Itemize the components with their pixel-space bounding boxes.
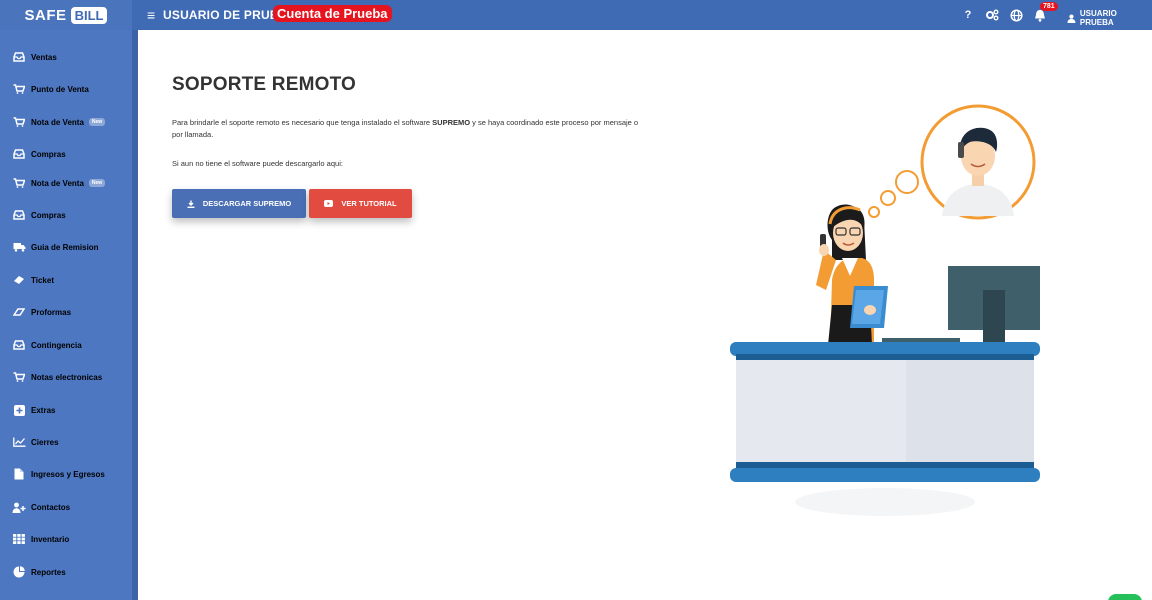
download-prompt: Si aun no tiene el software puede descar… (172, 159, 343, 168)
page-title: SOPORTE REMOTO (172, 74, 357, 95)
remote-support-illustration (730, 104, 1040, 516)
thought-bubble-small (868, 206, 880, 218)
sidebar-item-label: Nota de Venta (31, 117, 84, 127)
sidebar-item-nota-de-venta[interactable]: Nota de Venta New (0, 112, 132, 132)
sidebar-item-label: Cierres (31, 437, 59, 447)
download-supremo-button[interactable]: DESCARGAR SUPREMO (172, 189, 306, 218)
inbox-icon (10, 209, 28, 221)
user-menu[interactable]: USUARIO PRUEBA (1067, 9, 1152, 27)
download-button-label: DESCARGAR SUPREMO (202, 199, 292, 208)
monitor (882, 266, 1040, 344)
globe-icon[interactable] (1006, 5, 1026, 25)
question-icon[interactable]: ? (958, 5, 978, 25)
support-description: Para brindarle el soporte remoto es nece… (172, 117, 642, 141)
download-icon (187, 200, 195, 208)
logo-text-bill: BILL (70, 6, 108, 24)
logo-text-safe: SAFE (24, 6, 67, 24)
help-glyph: ? (964, 9, 972, 21)
grid-icon (10, 533, 28, 545)
sidebar-item-label: Compras (31, 210, 66, 220)
sidebar-item-label: Punto de Venta (31, 84, 89, 94)
cart-icon (10, 371, 28, 383)
chat-button[interactable] (1108, 594, 1142, 600)
user-plus-icon (10, 501, 28, 513)
sidebar-item-label: Contactos (31, 502, 71, 512)
hamburger-icon[interactable]: ≡ (147, 7, 155, 23)
cart-icon (10, 116, 28, 128)
sidebar-item-label: Inventario (31, 534, 70, 544)
view-tutorial-button[interactable]: VER TUTORIAL (309, 189, 412, 218)
inbox-icon (10, 148, 28, 160)
sidebar-item-notas-electronicas[interactable]: Notas electronicas (0, 367, 132, 387)
brand-logo[interactable]: SAFE BILL (0, 0, 132, 30)
woman-operator (816, 204, 888, 345)
sidebar-item-contingencia[interactable]: Contingencia (0, 335, 132, 355)
sidebar-item-compras[interactable]: Compras (0, 144, 132, 164)
software-name: SUPREMO (432, 118, 471, 127)
user-icon (1067, 14, 1076, 23)
notification-count: 781 (1040, 2, 1058, 11)
new-badge: New (88, 118, 106, 126)
sidebar-item-label: Compras (31, 149, 66, 159)
sidebar-edge (132, 30, 138, 600)
sidebar-item-ventas[interactable]: Ventas (0, 47, 132, 67)
sidebar-item-label: Guia de Remision (31, 242, 99, 252)
header-icons: ? 781 (958, 2, 1058, 25)
sidebar-item-label: Ticket (31, 275, 54, 285)
truck-icon (10, 241, 28, 253)
inbox-icon (10, 339, 28, 351)
new-badge: New (88, 179, 106, 187)
sidebar-item-proformas[interactable]: Proformas (0, 302, 132, 322)
sidebar-item-guia-de-remision[interactable]: Guia de Remision (0, 237, 132, 257)
sidebar-item-ticket[interactable]: Ticket (0, 270, 132, 290)
sidebar-item-compras-2[interactable]: Compras (0, 205, 132, 225)
reception-desk (730, 342, 1040, 516)
sidebar-item-cierres[interactable]: Cierres (0, 432, 132, 452)
plus-square-icon (10, 404, 28, 416)
sidebar-item-reportes[interactable]: Reportes (0, 562, 132, 582)
description-text-start: Para brindarle el soporte remoto es nece… (172, 118, 433, 127)
sidebar-item-label: Ingresos y Egresos (31, 469, 105, 479)
eraser-icon (10, 306, 28, 318)
sidebar-item-nota-de-venta-2[interactable]: Nota de Venta New (0, 173, 132, 193)
cart-icon (10, 177, 28, 189)
user-name: USUARIO PRUEBA (1079, 9, 1117, 27)
thought-bubble-large (895, 170, 919, 194)
sidebar-item-label: Nota de Venta (31, 178, 84, 188)
sidebar-item-inventario[interactable]: Inventario (0, 529, 132, 549)
top-bar: SAFE BILL ≡ USUARIO DE PRUEBA Cuenta de … (0, 0, 1152, 30)
sidebar-item-label: Contingencia (31, 340, 82, 350)
sidebar-item-label: Extras (31, 405, 56, 415)
sidebar-item-contactos[interactable]: Contactos (0, 497, 132, 517)
sidebar-item-label: Notas electronicas (31, 372, 103, 382)
inbox-icon (10, 51, 28, 63)
sidebar-item-label: Reportes (31, 567, 66, 577)
ticket-icon (10, 274, 28, 286)
cart-icon (10, 83, 28, 95)
sidebar-item-punto-de-venta[interactable]: Punto de Venta (0, 79, 132, 99)
sidebar-item-ingresos-y-egresos[interactable]: Ingresos y Egresos (0, 464, 132, 484)
account-badge: Cuenta de Prueba (273, 5, 392, 22)
chart-line-icon (10, 436, 28, 448)
sidebar-item-label: Ventas (31, 52, 57, 62)
pie-chart-icon (10, 566, 28, 578)
file-icon (10, 468, 28, 480)
sidebar-item-label: Proformas (31, 307, 72, 317)
bell-icon[interactable]: 781 (1030, 2, 1058, 25)
sidebar-item-extras[interactable]: Extras (0, 400, 132, 420)
gears-icon[interactable] (982, 5, 1002, 25)
thought-bubble-medium (880, 190, 896, 206)
youtube-icon (324, 200, 334, 207)
tutorial-button-label: VER TUTORIAL (341, 199, 397, 208)
